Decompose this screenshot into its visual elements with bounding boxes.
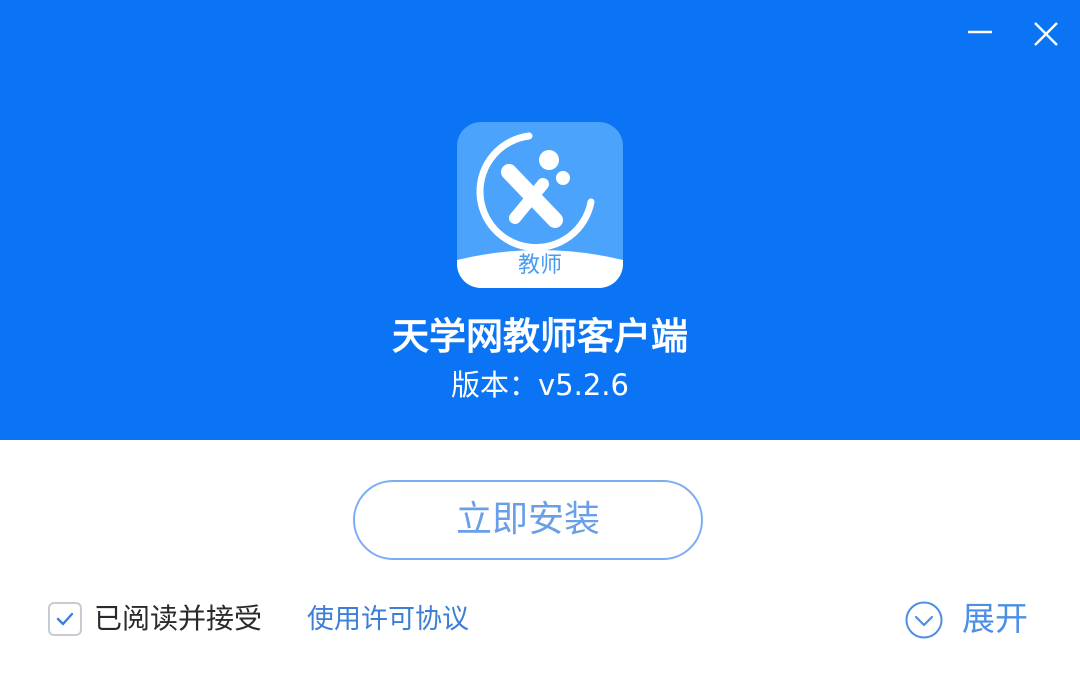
license-agreement-link[interactable]: 使用许可协议 <box>307 600 469 640</box>
agree-label: 已阅读并接受 <box>94 602 263 635</box>
app-title: 天学网教师客户端 <box>392 315 688 358</box>
installer-window: 教师 天学网教师客户端 版本：v5.2.6 立即安装 已阅读并接受 使用许可协议… <box>0 0 1080 675</box>
close-button[interactable] <box>1026 14 1066 54</box>
install-button[interactable]: 立即安装 <box>353 480 703 560</box>
expand-label: 展开 <box>962 599 1028 638</box>
checkmark-icon <box>56 612 74 626</box>
chevron-down-circle-icon <box>904 600 944 640</box>
logo-label: 教师 <box>517 253 562 278</box>
version-text: 版本：v5.2.6 <box>451 368 629 402</box>
close-icon <box>1034 22 1058 46</box>
header-banner: 教师 天学网教师客户端 版本：v5.2.6 <box>0 0 1080 440</box>
minimize-button[interactable] <box>960 14 1000 54</box>
app-logo: 教师 <box>457 122 623 288</box>
agree-checkbox[interactable] <box>48 602 82 636</box>
minimize-icon <box>968 30 992 34</box>
expand-toggle[interactable]: 展开 <box>904 594 1044 646</box>
